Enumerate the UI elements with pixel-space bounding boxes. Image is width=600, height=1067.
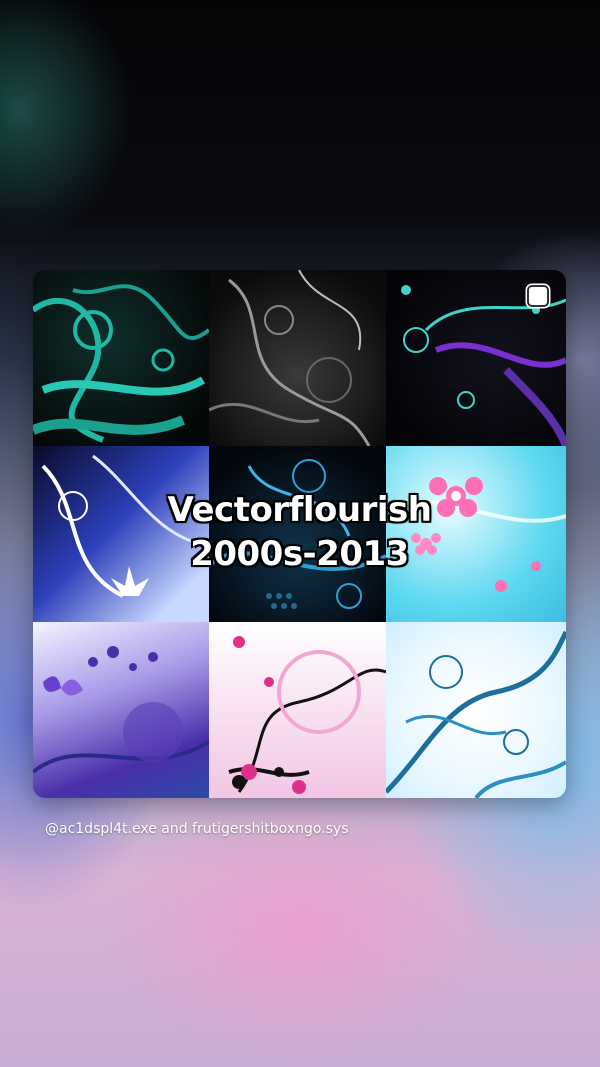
- select-square-icon[interactable]: [527, 285, 549, 307]
- tile-grey-swirls: [209, 270, 386, 446]
- butterfly-art: [33, 646, 209, 774]
- credit-caption: @ac1dspl4t.exe and frutigershitboxngo.sy…: [45, 821, 349, 837]
- collage-title: Vectorflourish 2000s-2013: [33, 488, 566, 576]
- pink-black-flower-art: [228, 636, 386, 794]
- tile-teal-swirls: [33, 270, 209, 446]
- tile-pink-black-flowers: [209, 622, 386, 798]
- teal-swirl-art: [33, 284, 209, 443]
- blue-swirl-art: [386, 630, 566, 798]
- tile-blue-white-swirls: [386, 622, 566, 798]
- tile-purple-butterfly: [33, 622, 209, 798]
- title-line-1: Vectorflourish: [167, 490, 432, 530]
- grey-swirl-art: [209, 270, 371, 446]
- title-line-2: 2000s-2013: [190, 534, 409, 574]
